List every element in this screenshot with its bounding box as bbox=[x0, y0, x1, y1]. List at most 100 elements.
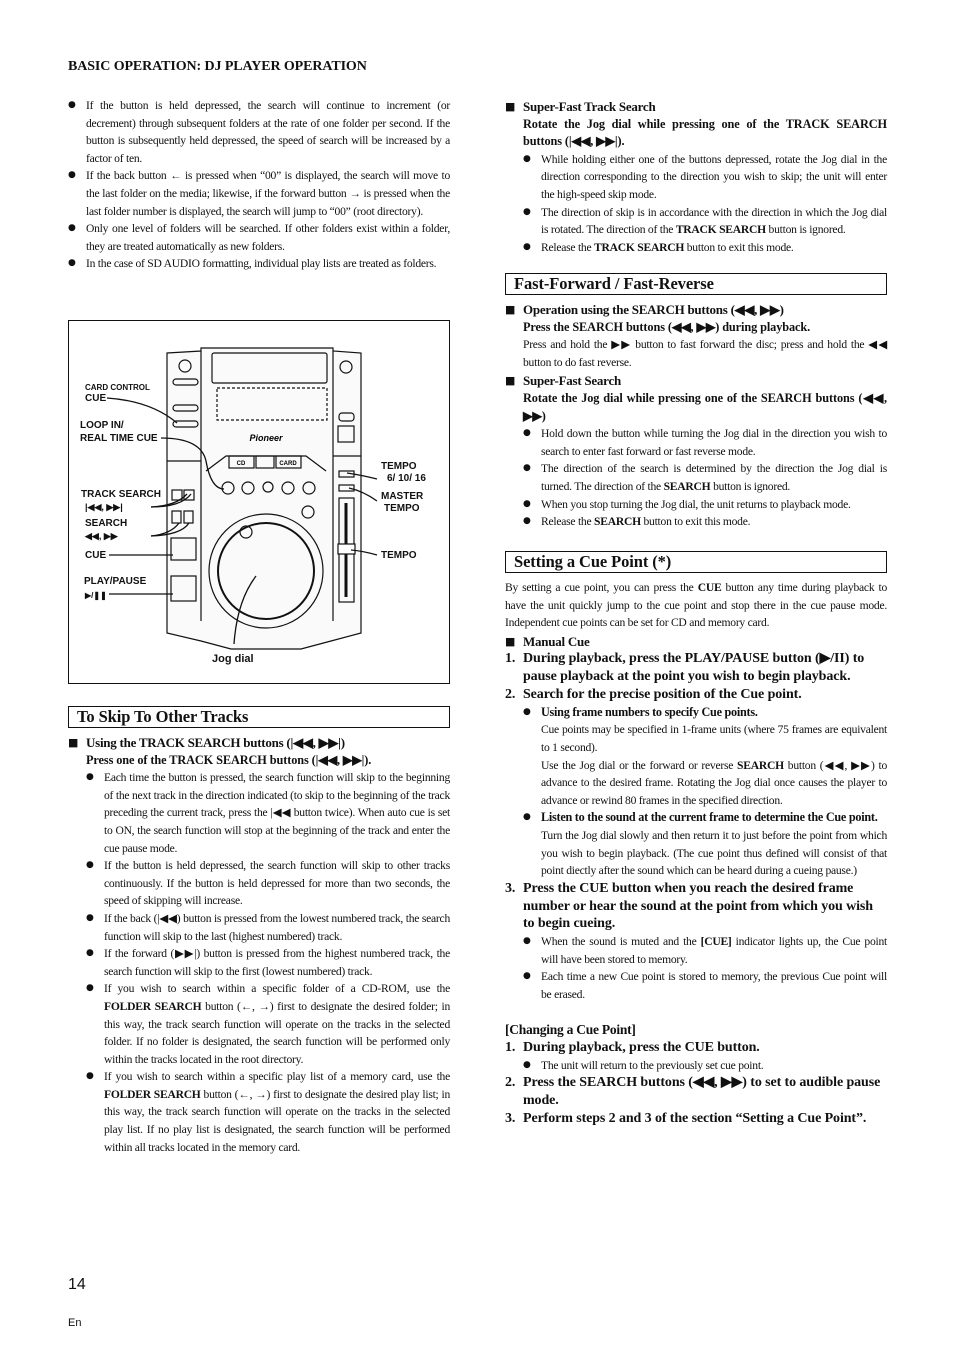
numbered-step: 1. During playback, press the CUE button. bbox=[505, 1039, 887, 1057]
subheading: Using the TRACK SEARCH buttons (|◀◀, ▶▶|… bbox=[68, 734, 450, 752]
text-run: button is ignored. bbox=[765, 223, 846, 237]
bold-term: FOLDER SEARCH bbox=[104, 999, 202, 1013]
bullet-item: In the case of SD AUDIO formatting, indi… bbox=[68, 255, 450, 273]
bullet-item: When the sound is muted and the [CUE] in… bbox=[505, 933, 887, 968]
text-run: button is ignored. bbox=[710, 479, 791, 493]
bullet-item: If you wish to search within a specific … bbox=[68, 1068, 450, 1156]
bullet-item: If the back button ← is pressed when “00… bbox=[68, 167, 450, 220]
subheading: Manual Cue bbox=[505, 633, 887, 651]
text-run: If the back (|◀◀) button is pressed from… bbox=[104, 911, 450, 943]
text-run: Press and hold the ▶▶ button to fast for… bbox=[523, 338, 887, 369]
text-run: Manual Cue bbox=[523, 633, 590, 649]
text-run: If the forward (▶▶|) button is pressed f… bbox=[104, 947, 450, 978]
cd-button-label: CD bbox=[237, 461, 246, 467]
page-number: 14 bbox=[68, 1276, 86, 1293]
label-track-search: TRACK SEARCH bbox=[81, 489, 161, 500]
bullet-item: The direction of the search is determine… bbox=[505, 460, 887, 495]
label-tempo: TEMPO bbox=[381, 550, 417, 561]
bullet-item: Release the SEARCH button to exit this m… bbox=[505, 513, 887, 531]
numbered-step: 2. Press the SEARCH buttons (◀◀, ▶▶) to s… bbox=[505, 1074, 887, 1110]
bullet-item: If you wish to search within a specific … bbox=[68, 980, 450, 1068]
bold-bullet-item: Using frame numbers to specify Cue point… bbox=[505, 704, 887, 722]
skip-tracks-section: To Skip To Other Tracks Using the TRACK S… bbox=[68, 706, 450, 1156]
text-run: Turn the Jog dial slowly and then return… bbox=[541, 828, 887, 878]
bold-bullet-item: Listen to the sound at the current frame… bbox=[505, 809, 887, 827]
bullet-item: If the button is held depressed, the sea… bbox=[68, 857, 450, 910]
text-run: Press one of the TRACK SEARCH buttons (|… bbox=[86, 752, 372, 767]
text-run: Setting a Cue Point (*) bbox=[514, 552, 672, 571]
text-run: Rotate the Jog dial while pressing one o… bbox=[523, 116, 887, 149]
text-run: By setting a cue point, you can press th… bbox=[505, 581, 698, 594]
text-run: If you wish to search within a specific … bbox=[104, 1070, 450, 1084]
section-title: Fast-Forward / Fast-Reverse bbox=[505, 273, 887, 295]
bullet-item: When you stop turning the Jog dial, the … bbox=[505, 496, 887, 514]
setting-cue-point-section: Setting a Cue Point (*) By setting a cue … bbox=[505, 551, 887, 1128]
bullet-item: If the forward (▶▶|) button is pressed f… bbox=[68, 945, 450, 980]
text-run: Super-Fast Search bbox=[523, 373, 621, 389]
paragraph: Turn the Jog dial slowly and then return… bbox=[505, 827, 887, 880]
numbered-step: 1. During playback, press the PLAY/PAUSE … bbox=[505, 650, 887, 686]
text-run: Cue points may be specified in 1-frame u… bbox=[541, 723, 887, 754]
text-run: To Skip To Other Tracks bbox=[77, 707, 249, 726]
label-jog-dial: Jog dial bbox=[212, 653, 254, 665]
text-run: Search for the precise position of the C… bbox=[523, 686, 802, 702]
device-body bbox=[166, 347, 362, 650]
instruction: Rotate the Jog dial while pressing one o… bbox=[505, 116, 887, 151]
bold-term: TRACK SEARCH bbox=[594, 240, 685, 254]
bold-term: SEARCH bbox=[594, 515, 641, 529]
bullet-item: Each time a new Cue point is stored to m… bbox=[505, 968, 887, 1003]
text-run: Using frame numbers to specify Cue point… bbox=[541, 704, 758, 719]
subheading: Operation using the SEARCH buttons (◀◀, … bbox=[505, 301, 887, 319]
label-tempo-range-values: 6/ 10/ 16 bbox=[387, 473, 426, 484]
card-button-label: CARD bbox=[279, 461, 297, 467]
bullet-item: If the button is held depressed, the sea… bbox=[68, 97, 450, 167]
bullet-item: Release the TRACK SEARCH button to exit … bbox=[505, 239, 887, 257]
subheading: Super-Fast Search bbox=[505, 372, 887, 390]
text-run: During playback, press the CUE button. bbox=[523, 1040, 760, 1056]
fast-forward-reverse-section: Fast-Forward / Fast-Reverse Operation usi… bbox=[505, 273, 887, 531]
cdj-diagram: Pioneer CD CARD CARD CONTROL CUE LOOP IN… bbox=[80, 347, 426, 665]
numbered-step: 3. Perform steps 2 and 3 of the section “… bbox=[505, 1110, 887, 1128]
label-card-control: CARD CONTROL bbox=[85, 383, 150, 392]
text-run: Super-Fast Track Search bbox=[523, 99, 656, 114]
subheading: Super-Fast Track Search bbox=[505, 98, 887, 116]
paragraph: By setting a cue point, you can press th… bbox=[505, 579, 887, 632]
text-run: button to exit this mode. bbox=[640, 515, 751, 529]
text-run: Perform steps 2 and 3 of the section “Se… bbox=[523, 1111, 867, 1127]
label-loop-in: LOOP IN/ bbox=[80, 420, 124, 431]
text-run: button to exit this mode. bbox=[684, 240, 794, 254]
text-run: Press the SEARCH buttons (◀◀, ▶▶) during… bbox=[523, 319, 811, 334]
label-master: MASTER bbox=[381, 491, 424, 502]
section-title: To Skip To Other Tracks bbox=[68, 706, 450, 728]
text-run: When the sound is muted and the bbox=[541, 935, 701, 949]
text-run: Listen to the sound at the current frame… bbox=[541, 810, 878, 825]
bold-term: FOLDER SEARCH bbox=[104, 1087, 201, 1101]
text-run: When you stop turning the Jog dial, the … bbox=[541, 497, 851, 511]
section-title: Setting a Cue Point (*) bbox=[505, 551, 887, 573]
label-search-symbols: ◀◀, ▶▶ bbox=[84, 531, 119, 541]
bullet-item: Each time the button is pressed, the sea… bbox=[68, 769, 450, 857]
text-run: Press the CUE button when you reach the … bbox=[523, 880, 873, 932]
label-track-search-symbols: |◀◀, ▶▶| bbox=[85, 502, 123, 512]
label-play-pause: PLAY/PAUSE bbox=[84, 576, 147, 587]
step-number: 1. bbox=[505, 651, 516, 667]
device-figure: Pioneer CD CARD CARD CONTROL CUE LOOP IN… bbox=[68, 320, 450, 684]
text-run: Use the Jog dial or the forward or rever… bbox=[541, 758, 738, 772]
numbered-step: 2. Search for the precise position of the… bbox=[505, 686, 887, 704]
label-play-pause-symbol: ▶/❚❚ bbox=[84, 591, 107, 601]
text-run: Using the TRACK SEARCH buttons (|◀◀, ▶▶|… bbox=[86, 735, 345, 750]
super-fast-track-search-section: Super-Fast Track Search Rotate the Jog di… bbox=[505, 97, 887, 256]
text-run: Only one level of folders will be search… bbox=[86, 222, 450, 253]
numbered-step: 3. Press the CUE button when you reach th… bbox=[505, 880, 887, 933]
text-run: Hold down the button while turning the J… bbox=[541, 427, 887, 458]
text-run: If the back button ← is pressed when “00… bbox=[86, 169, 450, 218]
paragraph: Use the Jog dial or the forward or rever… bbox=[505, 757, 887, 810]
step-number: 2. bbox=[505, 686, 516, 702]
bullet-item: While holding either one of the buttons … bbox=[505, 151, 887, 204]
instruction: Press one of the TRACK SEARCH buttons (|… bbox=[68, 752, 450, 770]
text-run: Release the bbox=[541, 240, 595, 254]
text-run: Release the bbox=[541, 515, 595, 529]
text-run: Fast-Forward / Fast-Reverse bbox=[514, 274, 714, 293]
text-run: The unit will return to the previously s… bbox=[541, 1058, 764, 1072]
bullet-item: If the back (|◀◀) button is pressed from… bbox=[68, 910, 450, 945]
